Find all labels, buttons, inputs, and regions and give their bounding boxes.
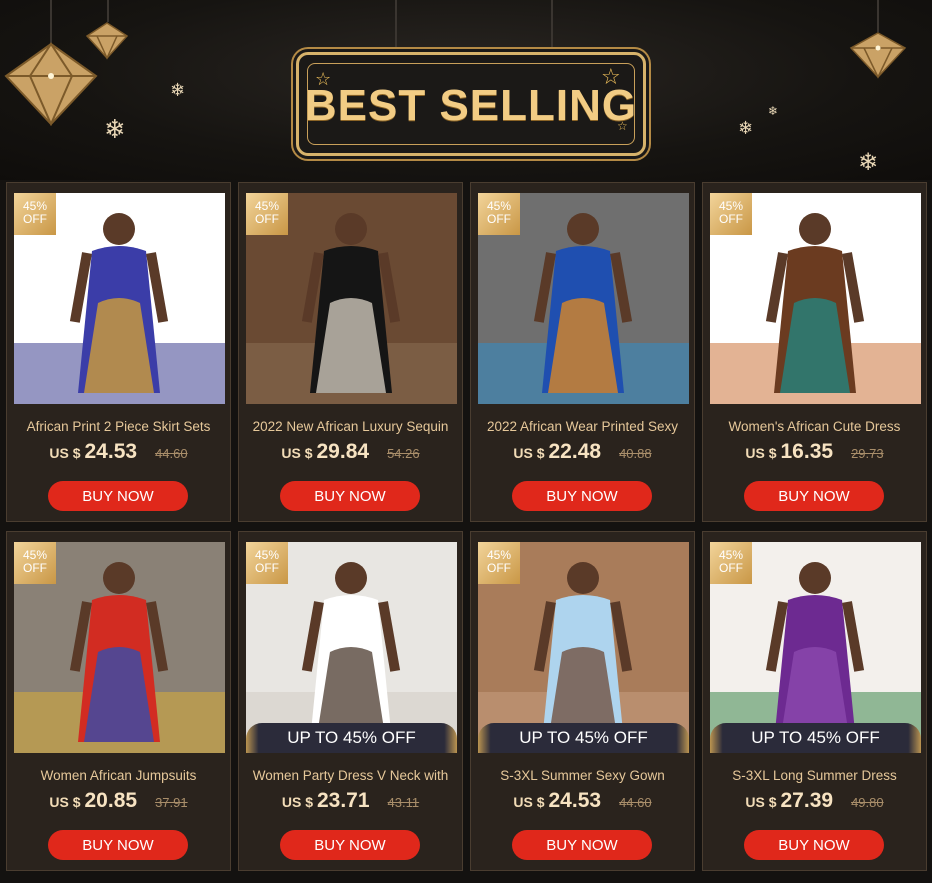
snowflake-icon: ❄ xyxy=(170,80,186,101)
product-image[interactable]: 45% OFF xyxy=(14,193,225,404)
original-price: 49.80 xyxy=(851,795,884,810)
sale-price: 20.85 xyxy=(84,789,138,812)
discount-badge: 45% OFF xyxy=(710,542,752,584)
product-card[interactable]: 45% OFF UP TO 45% OFF S-3XL Long Summer … xyxy=(702,531,927,871)
promo-strip: UP TO 45% OFF xyxy=(710,723,921,753)
buy-now-button[interactable]: BUY NOW xyxy=(280,481,420,511)
price-row: US $ 24.53 44.60 xyxy=(7,440,230,470)
product-card[interactable]: 45% OFF 2022 New African Luxury Sequin U… xyxy=(238,182,463,522)
product-image[interactable]: 45% OFF xyxy=(14,542,225,753)
hanging-string xyxy=(395,0,397,48)
buy-now-button[interactable]: BUY NOW xyxy=(744,830,884,860)
buy-now-button[interactable]: BUY NOW xyxy=(280,830,420,860)
product-card[interactable]: 45% OFF Women African Jumpsuits US $ 20.… xyxy=(6,531,231,871)
hanging-string xyxy=(551,0,553,48)
original-price: 44.60 xyxy=(619,795,652,810)
discount-badge: 45% OFF xyxy=(710,193,752,235)
product-card[interactable]: 45% OFF 2022 African Wear Printed Sexy U… xyxy=(470,182,695,522)
discount-off: OFF xyxy=(719,561,743,575)
product-name[interactable]: Women's African Cute Dress xyxy=(707,419,922,434)
product-name[interactable]: 2022 African Wear Printed Sexy xyxy=(475,419,690,434)
price-row: US $ 23.71 43.11 xyxy=(239,789,462,819)
discount-off: OFF xyxy=(719,212,743,226)
product-image[interactable]: 45% OFF UP TO 45% OFF xyxy=(246,542,457,753)
product-name[interactable]: African Print 2 Piece Skirt Sets xyxy=(11,419,226,434)
product-name[interactable]: Women Party Dress V Neck with xyxy=(243,768,458,783)
discount-badge: 45% OFF xyxy=(246,193,288,235)
promo-strip: UP TO 45% OFF xyxy=(478,723,689,753)
price-row: US $ 16.35 29.73 xyxy=(703,440,926,470)
price-row: US $ 22.48 40.88 xyxy=(471,440,694,470)
sale-price: 24.53 xyxy=(548,789,602,812)
sale-price: 27.39 xyxy=(780,789,834,812)
product-name[interactable]: Women African Jumpsuits xyxy=(11,768,226,783)
product-grid: 45% OFF African Print 2 Piece Skirt Sets… xyxy=(0,180,932,883)
snowflake-icon: ❄ xyxy=(104,115,126,145)
product-card[interactable]: 45% OFF African Print 2 Piece Skirt Sets… xyxy=(6,182,231,522)
price-row: US $ 27.39 49.80 xyxy=(703,789,926,819)
buy-now-button[interactable]: BUY NOW xyxy=(48,481,188,511)
original-price: 43.11 xyxy=(387,795,420,810)
product-card[interactable]: 45% OFF Women's African Cute Dress US $ … xyxy=(702,182,927,522)
buy-now-button[interactable]: BUY NOW xyxy=(744,481,884,511)
discount-off: OFF xyxy=(23,561,47,575)
currency-label: US $ xyxy=(49,794,81,810)
original-price: 44.60 xyxy=(155,446,188,461)
original-price: 54.26 xyxy=(387,446,420,461)
product-image[interactable]: 45% OFF xyxy=(710,193,921,404)
currency-label: US $ xyxy=(281,794,313,810)
discount-off: OFF xyxy=(255,561,279,575)
price-row: US $ 20.85 37.91 xyxy=(7,789,230,819)
original-price: 37.91 xyxy=(155,795,188,810)
currency-label: US $ xyxy=(745,445,777,461)
product-image[interactable]: 45% OFF xyxy=(246,193,457,404)
product-image[interactable]: 45% OFF UP TO 45% OFF xyxy=(478,542,689,753)
hanging-string xyxy=(107,0,109,22)
product-image[interactable]: 45% OFF xyxy=(478,193,689,404)
discount-off: OFF xyxy=(255,212,279,226)
page-title: BEST SELLING xyxy=(304,81,638,130)
discount-badge: 45% OFF xyxy=(478,193,520,235)
currency-label: US $ xyxy=(513,445,545,461)
discount-off: OFF xyxy=(23,212,47,226)
discount-badge: 45% OFF xyxy=(478,542,520,584)
discount-off: OFF xyxy=(487,212,511,226)
buy-now-button[interactable]: BUY NOW xyxy=(512,481,652,511)
original-price: 29.73 xyxy=(851,446,884,461)
hanging-string xyxy=(877,0,879,32)
price-row: US $ 24.53 44.60 xyxy=(471,789,694,819)
discount-badge: 45% OFF xyxy=(14,193,56,235)
sale-price: 22.48 xyxy=(548,440,602,463)
product-name[interactable]: 2022 New African Luxury Sequin xyxy=(243,419,458,434)
promo-strip: UP TO 45% OFF xyxy=(246,723,457,753)
best-selling-banner: ❄ ❄ ❄ ❄ ❄ ☆ ☆ ☆ BEST SELLING xyxy=(0,0,932,180)
original-price: 40.88 xyxy=(619,446,652,461)
price-row: US $ 29.84 54.26 xyxy=(239,440,462,470)
diamond-lamp-icon xyxy=(85,22,129,60)
buy-now-button[interactable]: BUY NOW xyxy=(512,830,652,860)
currency-label: US $ xyxy=(513,794,545,810)
product-card[interactable]: 45% OFF UP TO 45% OFF Women Party Dress … xyxy=(238,531,463,871)
currency-label: US $ xyxy=(745,794,777,810)
discount-off: OFF xyxy=(487,561,511,575)
snowflake-icon: ❄ xyxy=(768,104,779,118)
sale-price: 16.35 xyxy=(780,440,834,463)
product-image[interactable]: 45% OFF UP TO 45% OFF xyxy=(710,542,921,753)
diamond-lamp-icon xyxy=(849,32,907,79)
title-frame: ☆ ☆ ☆ BEST SELLING xyxy=(296,52,646,156)
snowflake-icon: ❄ xyxy=(738,118,754,139)
sale-price: 23.71 xyxy=(316,789,370,812)
currency-label: US $ xyxy=(281,445,313,461)
discount-badge: 45% OFF xyxy=(246,542,288,584)
product-card[interactable]: 45% OFF UP TO 45% OFF S-3XL Summer Sexy … xyxy=(470,531,695,871)
discount-badge: 45% OFF xyxy=(14,542,56,584)
buy-now-button[interactable]: BUY NOW xyxy=(48,830,188,860)
product-name[interactable]: S-3XL Long Summer Dress xyxy=(707,768,922,783)
currency-label: US $ xyxy=(49,445,81,461)
sale-price: 24.53 xyxy=(84,440,138,463)
snowflake-icon: ❄ xyxy=(858,148,879,176)
product-name[interactable]: S-3XL Summer Sexy Gown xyxy=(475,768,690,783)
sale-price: 29.84 xyxy=(316,440,370,463)
